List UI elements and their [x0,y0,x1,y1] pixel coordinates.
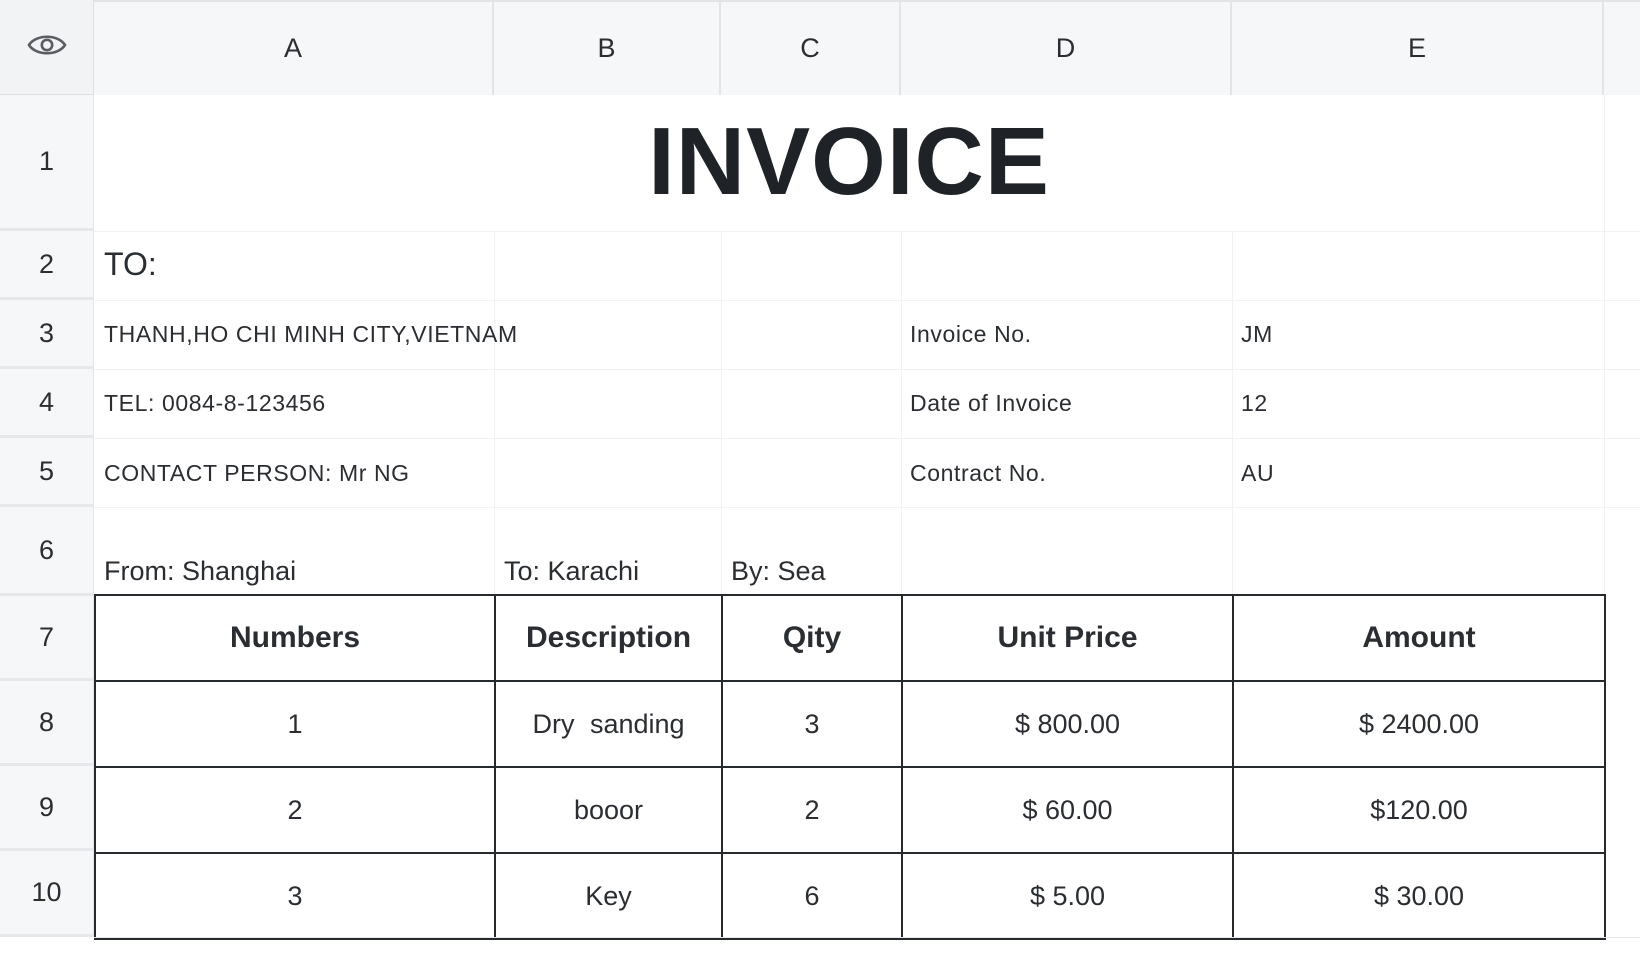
gridline [1232,231,1233,596]
address-cell[interactable]: THANH,HO CHI MINH CITY,VIETNAM [104,321,518,348]
row-header-9[interactable]: 9 [0,766,94,851]
invoice-no-label[interactable]: Invoice No. [910,321,1032,348]
gridline [94,231,1640,232]
cell-number[interactable]: 3 [94,852,496,940]
table-row: 3 Key 6 $ 5.00 $ 30.00 [94,852,1606,940]
spreadsheet: A B C D E 1 2 3 4 5 6 7 8 9 10 INVOICE T… [0,0,1640,952]
gridline [94,300,1640,301]
gridline [94,369,1640,370]
column-header-overflow [1604,0,1640,95]
column-header-b[interactable]: B [494,0,721,95]
header-unit-price[interactable]: Unit Price [901,594,1234,682]
column-header-e[interactable]: E [1232,0,1604,95]
select-all-corner[interactable] [0,0,94,95]
from-cell[interactable]: From: Shanghai [104,556,296,587]
to-cell[interactable]: To: Karachi [504,556,639,587]
header-numbers[interactable]: Numbers [94,594,496,682]
cell-unit-price[interactable]: $ 800.00 [901,680,1234,768]
cell-amount[interactable]: $120.00 [1232,766,1606,854]
cell-description[interactable]: booor [494,766,723,854]
cell-unit-price[interactable]: $ 5.00 [901,852,1234,940]
column-header-a[interactable]: A [94,0,494,95]
cell-number[interactable]: 1 [94,680,496,768]
eye-icon[interactable] [26,32,67,63]
gridline [721,231,722,596]
date-value[interactable]: 12 [1241,390,1268,417]
cell-description[interactable]: Key [494,852,723,940]
cell-number[interactable]: 2 [94,766,496,854]
table-row: 1 Dry sanding 3 $ 800.00 $ 2400.00 [94,680,1606,768]
row-header-2[interactable]: 2 [0,231,94,300]
row-header-6[interactable]: 6 [0,507,94,596]
table-row: 2 booor 2 $ 60.00 $120.00 [94,766,1606,854]
cell-unit-price[interactable]: $ 60.00 [901,766,1234,854]
date-label[interactable]: Date of Invoice [910,390,1072,417]
gridline [494,231,495,596]
by-cell[interactable]: By: Sea [731,556,826,587]
row-header-3[interactable]: 3 [0,300,94,369]
cell-amount[interactable]: $ 30.00 [1232,852,1606,940]
cell-qty[interactable]: 3 [721,680,903,768]
gridline [94,507,1640,508]
next-row-strip [94,937,1640,953]
cell-amount[interactable]: $ 2400.00 [1232,680,1606,768]
to-label[interactable]: TO: [104,246,157,283]
contract-value[interactable]: AU [1241,460,1274,487]
gridline [901,231,902,596]
cell-qty[interactable]: 6 [721,852,903,940]
tel-cell[interactable]: TEL: 0084-8-123456 [104,390,326,417]
invoice-no-value[interactable]: JM [1241,321,1273,348]
row-header-10[interactable]: 10 [0,851,94,937]
row-header-8[interactable]: 8 [0,681,94,766]
gridline [94,438,1640,439]
column-header-c[interactable]: C [721,0,901,95]
table-header-row: Numbers Description Qity Unit Price Amou… [94,594,1606,682]
header-description[interactable]: Description [494,594,723,682]
contact-cell[interactable]: CONTACT PERSON: Mr NG [104,460,410,487]
row-header-5[interactable]: 5 [0,438,94,507]
contract-label[interactable]: Contract No. [910,460,1046,487]
cell-description[interactable]: Dry sanding [494,680,723,768]
row-header-1[interactable]: 1 [0,95,94,231]
column-header-d[interactable]: D [901,0,1232,95]
gridline [1604,95,1605,596]
invoice-title[interactable]: INVOICE [94,95,1604,229]
cell-qty[interactable]: 2 [721,766,903,854]
header-qity[interactable]: Qity [721,594,903,682]
row-header-4[interactable]: 4 [0,369,94,438]
items-table: Numbers Description Qity Unit Price Amou… [94,594,1606,940]
header-amount[interactable]: Amount [1232,594,1606,682]
row-header-7[interactable]: 7 [0,596,94,681]
